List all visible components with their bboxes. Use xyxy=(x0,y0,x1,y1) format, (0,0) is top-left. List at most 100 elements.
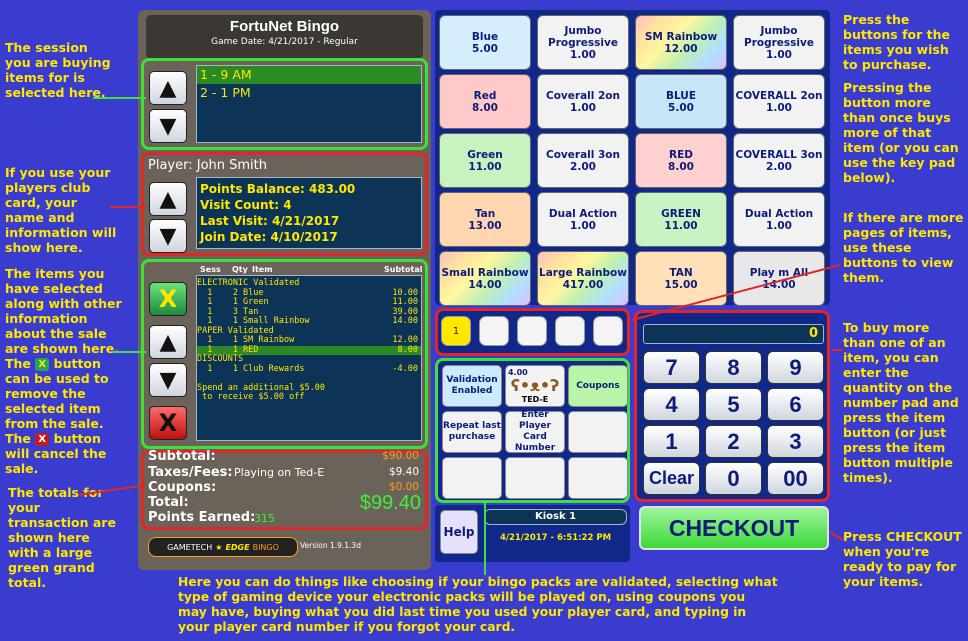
player-down-button[interactable]: ▼ xyxy=(149,219,187,253)
checkout-annotation: Press CHECKOUT when you're ready to pay … xyxy=(843,529,962,589)
page-button[interactable] xyxy=(555,316,585,346)
product-button[interactable]: GREEN 11.00 xyxy=(635,192,727,247)
help-button[interactable]: Help xyxy=(440,510,478,554)
product-button[interactable]: Play m All 14.00 xyxy=(733,251,825,306)
validation-button[interactable]: Validation Enabled xyxy=(442,365,502,407)
product-name: Blue xyxy=(471,30,499,43)
product-button[interactable]: Red 8.00 xyxy=(439,74,531,129)
points-balance: Points Balance: 483.00 xyxy=(200,182,356,196)
keypad-key[interactable]: 2 xyxy=(705,425,762,458)
product-button[interactable]: Dual Action 1.00 xyxy=(733,192,825,247)
product-price: 1.00 xyxy=(570,101,596,114)
product-button[interactable]: Coverall 2on 1.00 xyxy=(537,74,629,129)
product-name: TAN xyxy=(669,266,693,279)
product-button[interactable]: TAN 15.00 xyxy=(635,251,727,306)
item-subtotal: -4.00 xyxy=(392,363,418,374)
keypad-key[interactable]: 00 xyxy=(767,462,824,495)
page-button[interactable] xyxy=(517,316,547,346)
keypad-key[interactable]: 9 xyxy=(767,351,824,384)
keypad-panel: 0 7 8 9 4 5 6 1 2 3 Clear 0 00 xyxy=(634,310,830,502)
product-button[interactable]: Large Rainbow 417.00 xyxy=(537,251,629,306)
session-up-button[interactable]: ▲ xyxy=(149,71,187,105)
empty-option-button[interactable] xyxy=(442,457,502,499)
page-button[interactable] xyxy=(479,316,509,346)
item-row[interactable]: to receive $5.00 off xyxy=(197,392,421,403)
keypad-key[interactable]: 4 xyxy=(643,388,700,421)
remove-item-button[interactable]: X xyxy=(149,282,187,316)
product-price: 11.00 xyxy=(468,160,502,173)
gametech-logo: GAMETECH ★ EDGE BINGO xyxy=(148,537,298,557)
empty-option-button[interactable] xyxy=(568,457,628,499)
items-annotation-text-c-pre: The xyxy=(5,431,31,446)
product-button[interactable]: SM Rainbow 12.00 xyxy=(635,15,727,70)
checkout-button[interactable]: CHECKOUT xyxy=(639,506,829,550)
cancel-sale-button[interactable]: X xyxy=(149,406,187,440)
empty-option-button[interactable] xyxy=(505,457,565,499)
items-down-button[interactable]: ▼ xyxy=(149,363,187,397)
product-button[interactable]: Jumbo Progressive 1.00 xyxy=(733,15,825,70)
join-date: Join Date: 4/10/2017 xyxy=(200,230,338,244)
items-list: ELECTRONIC Validated 1 2 Blue 10.00 1 1 G… xyxy=(196,275,422,441)
page-button[interactable]: 1 xyxy=(441,316,471,346)
product-name: COVERALL 2on xyxy=(735,89,823,102)
page-button[interactable] xyxy=(593,316,623,346)
items-up-button[interactable]: ▲ xyxy=(149,325,187,359)
player-up-button[interactable]: ▲ xyxy=(149,182,187,216)
logo-edge-text: EDGE xyxy=(225,542,250,552)
product-price: 15.00 xyxy=(664,278,698,291)
keypad-key[interactable]: Clear xyxy=(643,462,700,495)
item-subtotal: 14.00 xyxy=(392,316,418,326)
empty-option-button[interactable] xyxy=(568,411,628,453)
product-name: Dual Action xyxy=(744,207,814,220)
product-price: 12.00 xyxy=(664,42,698,55)
item-text: ELECTRONIC Validated xyxy=(197,278,300,288)
points-earned-value: 315 xyxy=(254,512,275,525)
item-text: PAPER Validated xyxy=(197,325,274,336)
teddy-bear-icon: ʕ•ᴥ•ʔ xyxy=(510,376,560,395)
pos-panel: FortuNet Bingo Game Date: 4/21/2017 - Re… xyxy=(138,10,431,570)
product-name: COVERALL 3on xyxy=(735,148,823,161)
product-name: Green xyxy=(467,148,503,161)
product-button[interactable]: Jumbo Progressive 1.00 xyxy=(537,15,629,70)
options-panel: Validation Enabled 4.00 ʕ•ᴥ•ʔ TED-E Coup… xyxy=(435,358,630,503)
product-button[interactable]: Dual Action 1.00 xyxy=(537,192,629,247)
keypad-key[interactable]: 3 xyxy=(767,425,824,458)
product-button[interactable]: COVERALL 2on 1.00 xyxy=(733,74,825,129)
product-button[interactable]: Coverall 3on 2.00 xyxy=(537,133,629,188)
item-subtotal: 8.00 xyxy=(397,344,418,355)
keypad-key[interactable]: 5 xyxy=(705,388,762,421)
product-button[interactable]: Blue 5.00 xyxy=(439,15,531,70)
product-name: Dual Action xyxy=(548,207,618,220)
item-text: to receive $5.00 off xyxy=(197,392,305,402)
session-list: 1 - 9 AM 2 - 1 PM xyxy=(196,65,422,143)
tede-button[interactable]: 4.00 ʕ•ᴥ•ʔ TED-E xyxy=(505,365,565,407)
page-buttons-panel: 1 xyxy=(435,308,630,356)
product-price: 1.00 xyxy=(766,48,792,61)
product-price: 14.00 xyxy=(762,278,796,291)
keypad-key[interactable]: 6 xyxy=(767,388,824,421)
keypad-key[interactable]: 8 xyxy=(705,351,762,384)
product-button[interactable]: COVERALL 3on 2.00 xyxy=(733,133,825,188)
session-down-button[interactable]: ▼ xyxy=(149,109,187,143)
product-button[interactable]: Small Rainbow 14.00 xyxy=(439,251,531,306)
keypad-key[interactable]: 1 xyxy=(643,425,700,458)
enter-card-button[interactable]: Enter Player Card Number xyxy=(505,410,565,453)
item-row[interactable]: 1 1 Club Rewards -4.00 xyxy=(197,363,421,375)
pages-annotation: If there are more pages of items, use th… xyxy=(843,210,964,285)
keypad-key[interactable]: 0 xyxy=(705,462,762,495)
coupons-button[interactable]: Coupons xyxy=(568,365,628,407)
product-button[interactable]: RED 8.00 xyxy=(635,133,727,188)
session-item[interactable]: 2 - 1 PM xyxy=(197,84,421,102)
product-price: 2.00 xyxy=(570,160,596,173)
product-button[interactable]: Tan 13.00 xyxy=(439,192,531,247)
taxes-value: $9.40 xyxy=(388,466,419,478)
product-name: Tan xyxy=(474,207,496,220)
repeat-purchase-button[interactable]: Repeat last purchase xyxy=(442,411,502,453)
product-price: 5.00 xyxy=(472,42,498,55)
multi-annotation: Pressing the button more than once buys … xyxy=(843,80,959,185)
item-text: 1 2 Blue xyxy=(197,287,264,298)
keypad-key[interactable]: 7 xyxy=(643,351,700,384)
product-button[interactable]: Green 11.00 xyxy=(439,133,531,188)
session-item[interactable]: 1 - 9 AM xyxy=(197,66,421,84)
product-button[interactable]: BLUE 5.00 xyxy=(635,74,727,129)
